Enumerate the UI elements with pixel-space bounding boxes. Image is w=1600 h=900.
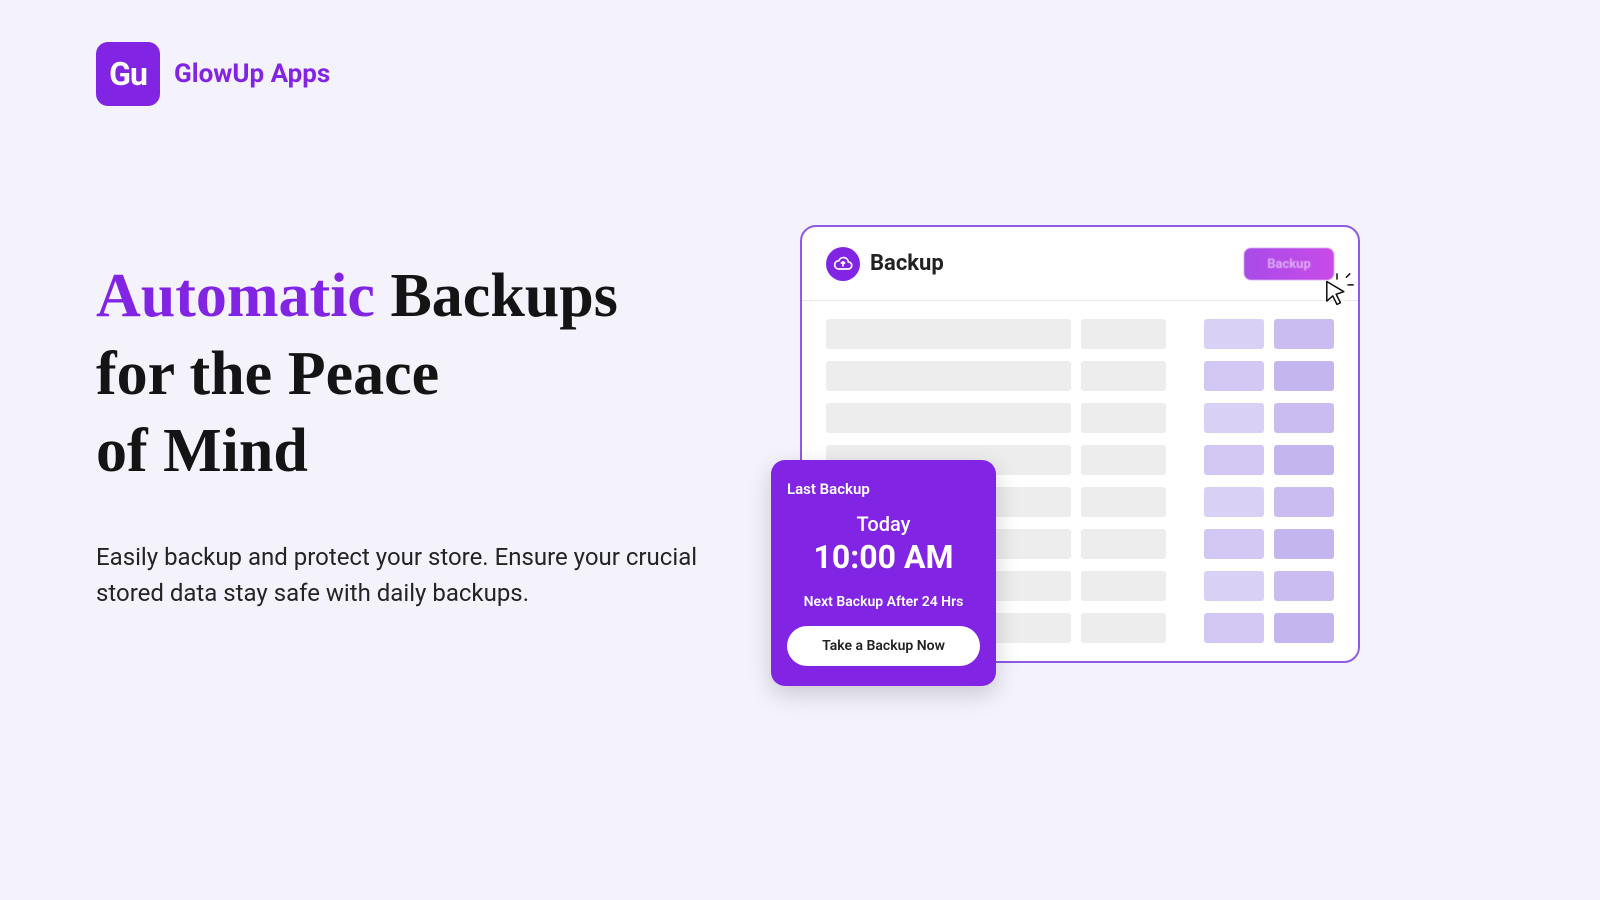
- brand: Gu GlowUp Apps: [96, 42, 330, 106]
- hero-copy: Automatic Backups for the Peace of Mind …: [96, 258, 736, 611]
- table-row: [826, 361, 1334, 391]
- hero-body: Easily backup and protect your store. En…: [96, 539, 736, 611]
- brand-name: GlowUp Apps: [174, 59, 330, 89]
- hero-headline-part1: Backups: [375, 262, 618, 330]
- next-backup-text: Next Backup After 24 Hrs: [787, 594, 980, 610]
- app-title: Backup: [870, 251, 944, 276]
- table-row: [826, 403, 1334, 433]
- brand-logo-mark: Gu: [96, 42, 160, 106]
- last-backup-label: Last Backup: [787, 480, 980, 498]
- last-backup-time: 10:00 AM: [787, 538, 980, 576]
- app-header-left: Backup: [826, 247, 944, 281]
- hero-headline: Automatic Backups for the Peace of Mind: [96, 258, 736, 491]
- hero-headline-accent: Automatic: [96, 262, 375, 330]
- cloud-upload-icon: [826, 247, 860, 281]
- hero-headline-line2: for the Peace: [96, 340, 439, 408]
- last-backup-day: Today: [787, 512, 980, 536]
- hero-headline-line3: of Mind: [96, 417, 308, 485]
- take-backup-now-button[interactable]: Take a Backup Now: [787, 626, 980, 666]
- last-backup-card: Last Backup Today 10:00 AM Next Backup A…: [771, 460, 996, 686]
- table-row: [826, 319, 1334, 349]
- cursor-click-icon: [1320, 273, 1354, 307]
- app-header: Backup Backup: [802, 227, 1358, 301]
